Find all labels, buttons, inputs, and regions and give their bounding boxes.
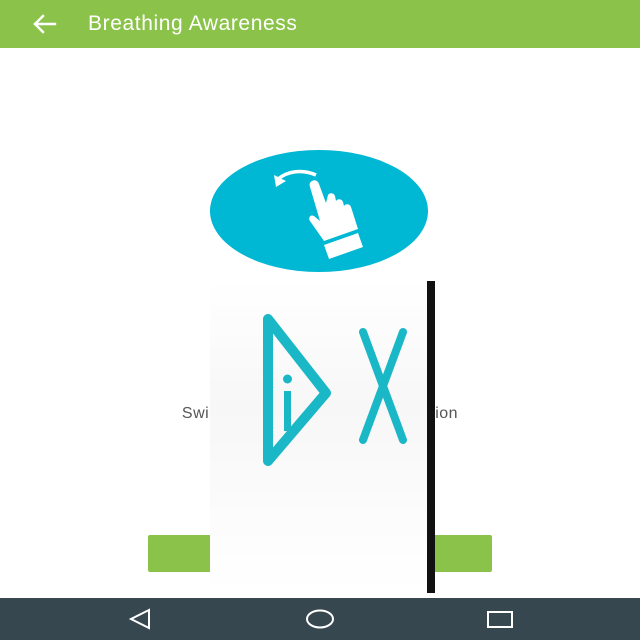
- system-nav-bar: [0, 598, 640, 640]
- square-recents-icon: [487, 611, 513, 628]
- arrow-left-icon: [33, 14, 57, 34]
- ad-edge-bar: [427, 281, 435, 593]
- adchoices-play-icon[interactable]: [260, 311, 335, 471]
- swipe-left-hand-icon: [274, 169, 363, 259]
- nav-back-button[interactable]: [110, 598, 170, 640]
- triangle-back-icon: [128, 608, 150, 630]
- close-x-icon[interactable]: [355, 326, 410, 446]
- back-button[interactable]: [20, 0, 68, 48]
- page-title: Breathing Awareness: [88, 12, 298, 35]
- swipe-hint: [210, 150, 428, 272]
- nav-recents-button[interactable]: [470, 598, 530, 640]
- app-bar: Breathing Awareness: [0, 0, 640, 48]
- instruction-right-text: ion: [435, 405, 459, 422]
- nav-home-button[interactable]: [290, 598, 350, 640]
- instruction-left-text: Swi: [181, 405, 210, 422]
- circle-home-icon: [306, 609, 334, 629]
- ad-overlay[interactable]: [210, 281, 435, 593]
